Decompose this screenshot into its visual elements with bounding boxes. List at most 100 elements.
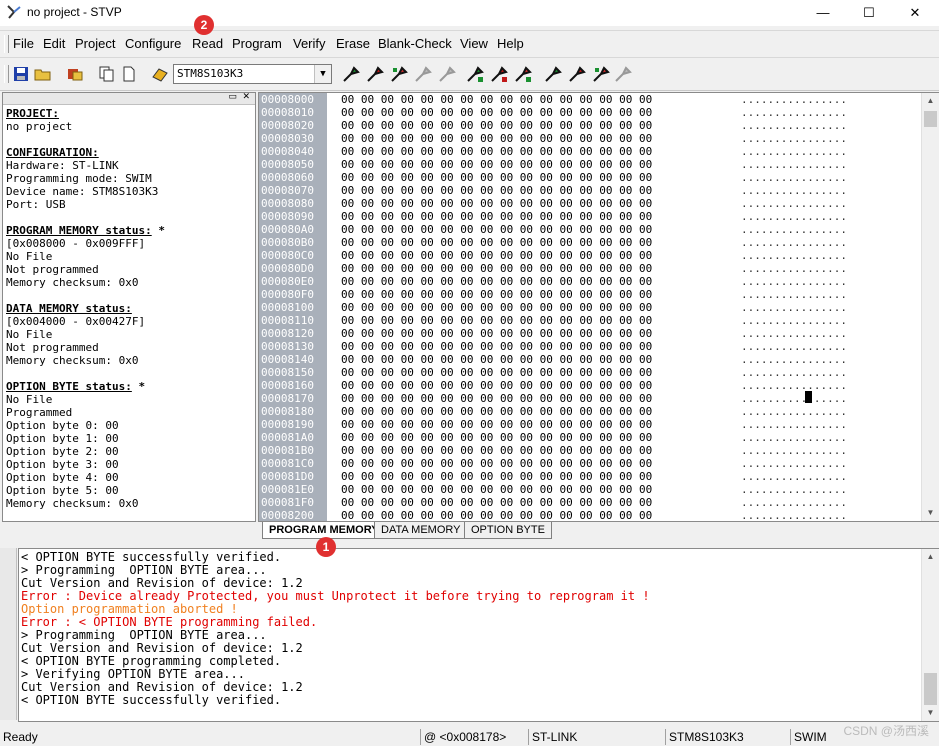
- program-all-tabs-icon[interactable]: [490, 65, 508, 83]
- hex-bytes[interactable]: 00 00 00 00 00 00 00 00 00 00 00 00 00 0…: [341, 132, 652, 145]
- hex-row[interactable]: 00008070 00 00 00 00 00 00 00 00 00 00 00…: [259, 184, 919, 197]
- hex-row[interactable]: 00008060 00 00 00 00 00 00 00 00 00 00 00…: [259, 171, 919, 184]
- scroll-thumb[interactable]: [924, 673, 937, 705]
- menu-view[interactable]: View: [460, 36, 488, 51]
- hex-row[interactable]: 00008120 00 00 00 00 00 00 00 00 00 00 00…: [259, 327, 919, 340]
- menu-read[interactable]: Read: [192, 36, 223, 51]
- hex-row[interactable]: 00008170 00 00 00 00 00 00 00 00 00 00 00…: [259, 392, 919, 405]
- hex-bytes[interactable]: 00 00 00 00 00 00 00 00 00 00 00 00 00 0…: [341, 223, 652, 236]
- hex-row[interactable]: 000081B0 00 00 00 00 00 00 00 00 00 00 00…: [259, 444, 919, 457]
- menu-project[interactable]: Project: [75, 36, 115, 51]
- hex-bytes[interactable]: 00 00 00 00 00 00 00 00 00 00 00 00 00 0…: [341, 483, 652, 496]
- verify-option-icon[interactable]: [592, 65, 610, 83]
- toolbar-grip[interactable]: [4, 65, 9, 83]
- menu-edit[interactable]: Edit: [43, 36, 65, 51]
- hex-bytes[interactable]: 00 00 00 00 00 00 00 00 00 00 00 00 00 0…: [341, 93, 652, 106]
- hex-bytes[interactable]: 00 00 00 00 00 00 00 00 00 00 00 00 00 0…: [341, 158, 652, 171]
- hex-bytes[interactable]: 00 00 00 00 00 00 00 00 00 00 00 00 00 0…: [341, 327, 652, 340]
- hex-bytes[interactable]: 00 00 00 00 00 00 00 00 00 00 00 00 00 0…: [341, 236, 652, 249]
- hex-bytes[interactable]: 00 00 00 00 00 00 00 00 00 00 00 00 00 0…: [341, 314, 652, 327]
- hex-row[interactable]: 000080D0 00 00 00 00 00 00 00 00 00 00 00…: [259, 262, 919, 275]
- scroll-up-icon[interactable]: ▲: [922, 549, 939, 565]
- hex-row[interactable]: 000081D0 00 00 00 00 00 00 00 00 00 00 00…: [259, 470, 919, 483]
- menu-configure[interactable]: Configure: [125, 36, 181, 51]
- hex-bytes[interactable]: 00 00 00 00 00 00 00 00 00 00 00 00 00 0…: [341, 275, 652, 288]
- verify-current-tab-icon[interactable]: [390, 65, 408, 83]
- hex-bytes[interactable]: 00 00 00 00 00 00 00 00 00 00 00 00 00 0…: [341, 431, 652, 444]
- hex-bytes[interactable]: 00 00 00 00 00 00 00 00 00 00 00 00 00 0…: [341, 470, 652, 483]
- document-icon[interactable]: [120, 65, 138, 83]
- panel-close-icon[interactable]: ✕: [242, 91, 250, 102]
- device-select[interactable]: STM8S103K3 ▼: [173, 64, 332, 84]
- hex-row[interactable]: 00008040 00 00 00 00 00 00 00 00 00 00 00…: [259, 145, 919, 158]
- tab-data-memory[interactable]: DATA MEMORY: [374, 522, 468, 539]
- hex-bytes[interactable]: 00 00 00 00 00 00 00 00 00 00 00 00 00 0…: [341, 262, 652, 275]
- menu-erase[interactable]: Erase: [336, 36, 370, 51]
- hex-row[interactable]: 00008010 00 00 00 00 00 00 00 00 00 00 00…: [259, 106, 919, 119]
- log-vertical-scrollbar[interactable]: ▲ ▼: [921, 549, 939, 721]
- panel-float-icon[interactable]: ▭: [228, 91, 237, 102]
- hex-bytes[interactable]: 00 00 00 00 00 00 00 00 00 00 00 00 00 0…: [341, 210, 652, 223]
- chevron-down-icon[interactable]: ▼: [314, 65, 331, 83]
- menu-grip[interactable]: [4, 35, 9, 53]
- hex-row[interactable]: 00008180 00 00 00 00 00 00 00 00 00 00 00…: [259, 405, 919, 418]
- hex-row[interactable]: 00008050 00 00 00 00 00 00 00 00 00 00 00…: [259, 158, 919, 171]
- hex-row[interactable]: 000081E0 00 00 00 00 00 00 00 00 00 00 00…: [259, 483, 919, 496]
- hex-row[interactable]: 000080B0 00 00 00 00 00 00 00 00 00 00 00…: [259, 236, 919, 249]
- hex-row[interactable]: 00008020 00 00 00 00 00 00 00 00 00 00 00…: [259, 119, 919, 132]
- menu-help[interactable]: Help: [497, 36, 524, 51]
- program-option-icon[interactable]: [568, 65, 586, 83]
- hex-dump[interactable]: 00008000 00 00 00 00 00 00 00 00 00 00 00…: [259, 93, 919, 521]
- hex-row[interactable]: 00008160 00 00 00 00 00 00 00 00 00 00 00…: [259, 379, 919, 392]
- tab-option-byte[interactable]: OPTION BYTE: [464, 522, 552, 539]
- hex-bytes[interactable]: 00 00 00 00 00 00 00 00 00 00 00 00 00 0…: [341, 353, 652, 366]
- hex-row[interactable]: 00008000 00 00 00 00 00 00 00 00 00 00 00…: [259, 93, 919, 106]
- project-icon[interactable]: [66, 65, 84, 83]
- hex-bytes[interactable]: 00 00 00 00 00 00 00 00 00 00 00 00 00 0…: [341, 379, 652, 392]
- read-option-icon[interactable]: [544, 65, 562, 83]
- hex-row[interactable]: 00008110 00 00 00 00 00 00 00 00 00 00 00…: [259, 314, 919, 327]
- maximize-button[interactable]: ☐: [846, 0, 892, 26]
- hex-bytes[interactable]: 00 00 00 00 00 00 00 00 00 00 00 00 00 0…: [341, 392, 652, 405]
- hex-row[interactable]: 00008100 00 00 00 00 00 00 00 00 00 00 00…: [259, 301, 919, 314]
- copy-icon[interactable]: [98, 65, 116, 83]
- hex-row[interactable]: 00008150 00 00 00 00 00 00 00 00 00 00 00…: [259, 366, 919, 379]
- menu-program[interactable]: Program: [232, 36, 282, 51]
- scroll-thumb[interactable]: [924, 111, 937, 127]
- hex-row[interactable]: 00008080 00 00 00 00 00 00 00 00 00 00 00…: [259, 197, 919, 210]
- minimize-button[interactable]: —: [800, 0, 846, 26]
- log-grip[interactable]: [0, 548, 17, 720]
- hex-row[interactable]: 000080C0 00 00 00 00 00 00 00 00 00 00 00…: [259, 249, 919, 262]
- scroll-down-icon[interactable]: ▼: [922, 505, 939, 521]
- save-icon[interactable]: [12, 65, 30, 83]
- hex-row[interactable]: 00008030 00 00 00 00 00 00 00 00 00 00 00…: [259, 132, 919, 145]
- menu-blank-check[interactable]: Blank-Check: [378, 36, 452, 51]
- memory-vertical-scrollbar[interactable]: ▲ ▼: [921, 93, 939, 521]
- hex-bytes[interactable]: 00 00 00 00 00 00 00 00 00 00 00 00 00 0…: [341, 496, 652, 509]
- hex-row[interactable]: 00008190 00 00 00 00 00 00 00 00 00 00 00…: [259, 418, 919, 431]
- hex-row[interactable]: 000080A0 00 00 00 00 00 00 00 00 00 00 00…: [259, 223, 919, 236]
- read-current-tab-icon[interactable]: [342, 65, 360, 83]
- hex-bytes[interactable]: 00 00 00 00 00 00 00 00 00 00 00 00 00 0…: [341, 106, 652, 119]
- hex-row[interactable]: 00008140 00 00 00 00 00 00 00 00 00 00 00…: [259, 353, 919, 366]
- hex-row[interactable]: 000080F0 00 00 00 00 00 00 00 00 00 00 00…: [259, 288, 919, 301]
- hex-bytes[interactable]: 00 00 00 00 00 00 00 00 00 00 00 00 00 0…: [341, 197, 652, 210]
- close-button[interactable]: ✕: [892, 0, 938, 26]
- hex-bytes[interactable]: 00 00 00 00 00 00 00 00 00 00 00 00 00 0…: [341, 301, 652, 314]
- hex-bytes[interactable]: 00 00 00 00 00 00 00 00 00 00 00 00 00 0…: [341, 145, 652, 158]
- hex-bytes[interactable]: 00 00 00 00 00 00 00 00 00 00 00 00 00 0…: [341, 418, 652, 431]
- hex-bytes[interactable]: 00 00 00 00 00 00 00 00 00 00 00 00 00 0…: [341, 340, 652, 353]
- scroll-up-icon[interactable]: ▲: [922, 93, 939, 109]
- hex-row[interactable]: 00008130 00 00 00 00 00 00 00 00 00 00 00…: [259, 340, 919, 353]
- open-folder-icon[interactable]: [34, 65, 52, 83]
- hex-row[interactable]: 000080E0 00 00 00 00 00 00 00 00 00 00 00…: [259, 275, 919, 288]
- hex-row[interactable]: 000081A0 00 00 00 00 00 00 00 00 00 00 00…: [259, 431, 919, 444]
- program-current-tab-icon[interactable]: [366, 65, 384, 83]
- scroll-down-icon[interactable]: ▼: [922, 705, 939, 721]
- hex-row[interactable]: 000081C0 00 00 00 00 00 00 00 00 00 00 00…: [259, 457, 919, 470]
- hex-bytes[interactable]: 00 00 00 00 00 00 00 00 00 00 00 00 00 0…: [341, 171, 652, 184]
- read-all-tabs-icon[interactable]: [466, 65, 484, 83]
- hex-bytes[interactable]: 00 00 00 00 00 00 00 00 00 00 00 00 00 0…: [341, 444, 652, 457]
- hex-bytes[interactable]: 00 00 00 00 00 00 00 00 00 00 00 00 00 0…: [341, 405, 652, 418]
- hex-bytes[interactable]: 00 00 00 00 00 00 00 00 00 00 00 00 00 0…: [341, 366, 652, 379]
